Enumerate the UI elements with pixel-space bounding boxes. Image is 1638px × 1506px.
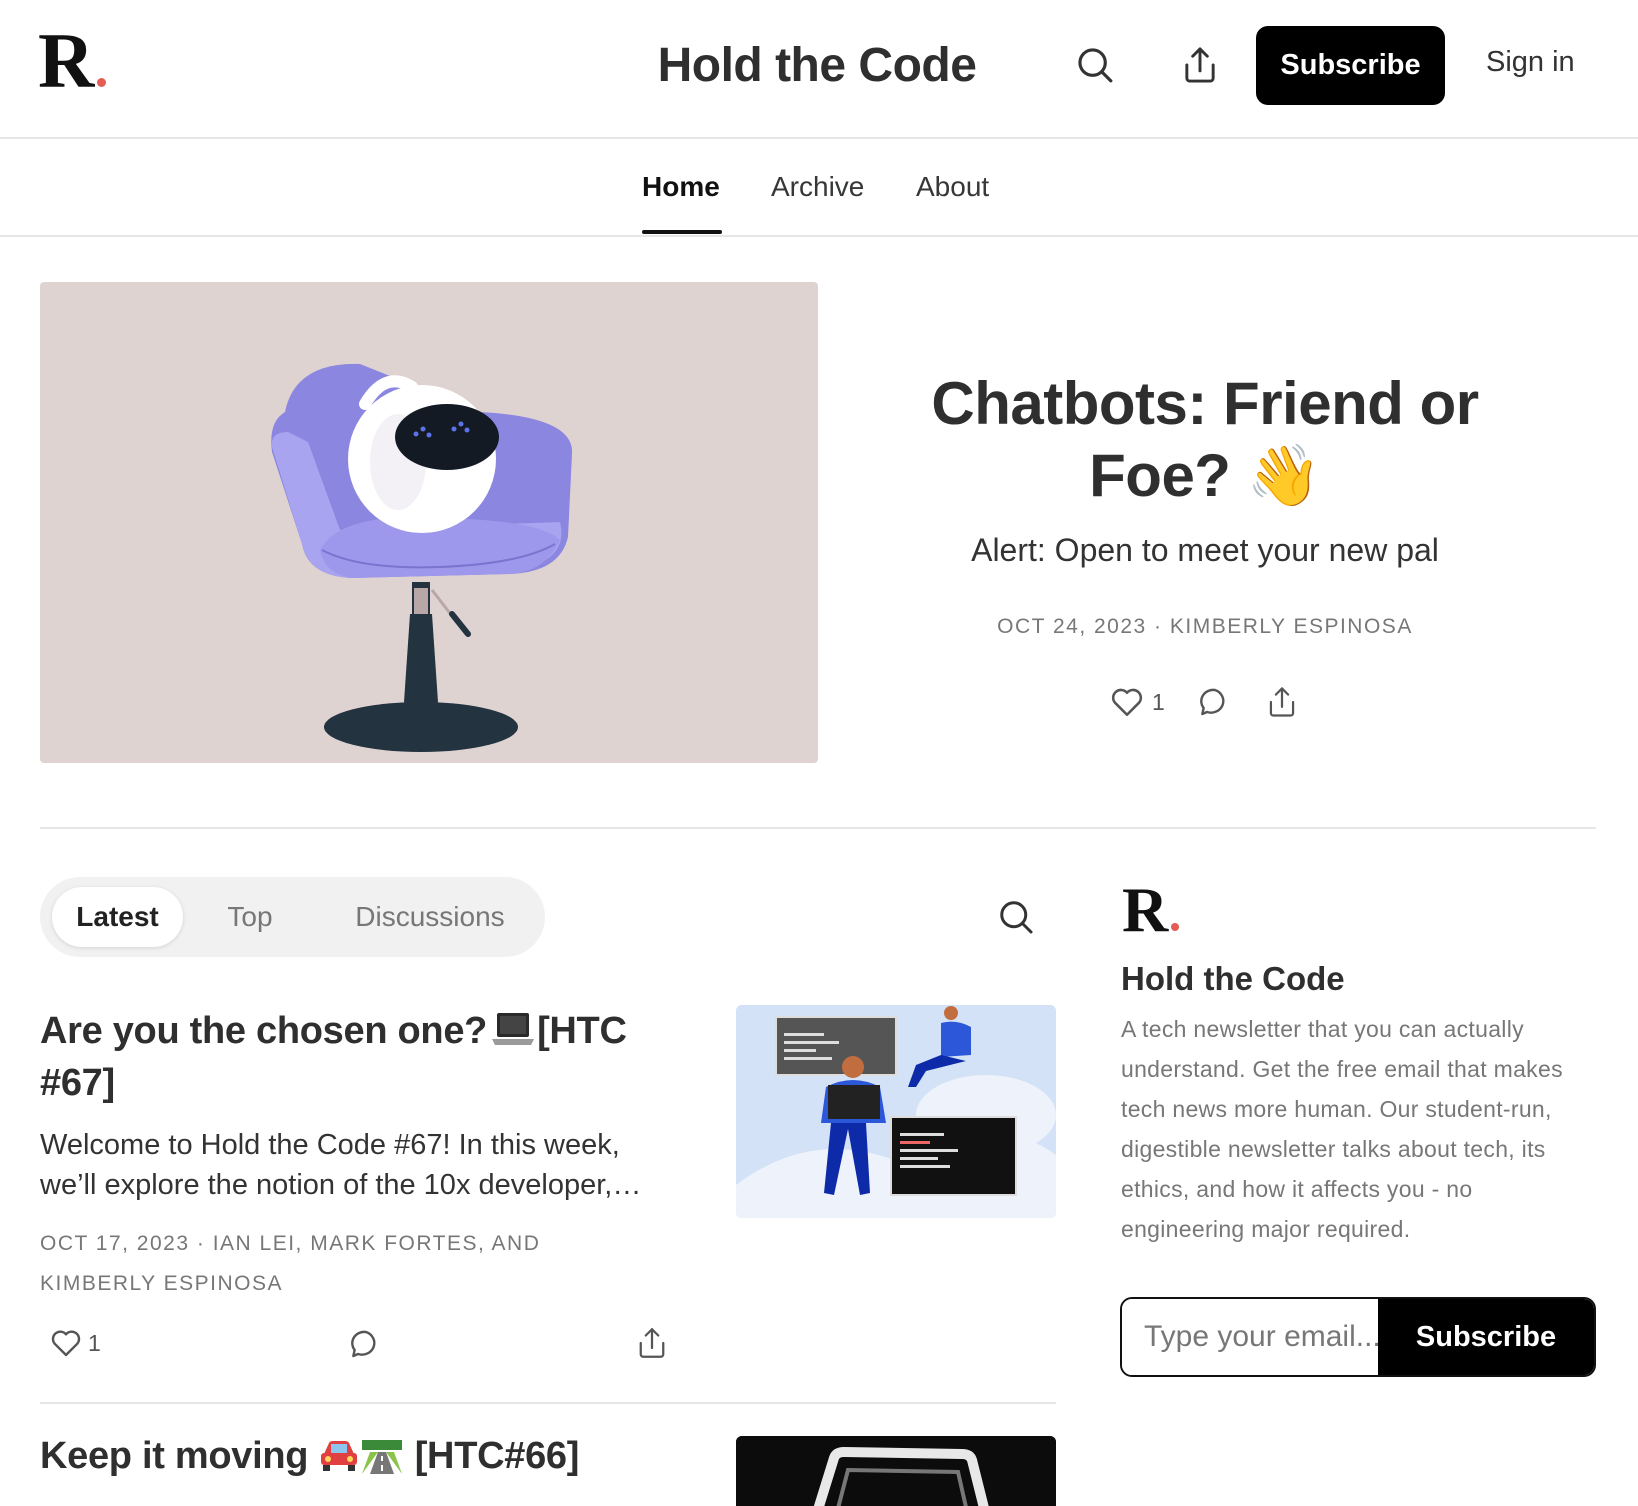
nav-archive[interactable]: Archive bbox=[771, 171, 864, 203]
sidebar-description: A tech newsletter that you can actually … bbox=[1121, 1016, 1563, 1242]
hero-title-line-1: Chatbots: Friend or bbox=[931, 370, 1479, 437]
search-icon bbox=[1078, 48, 1113, 83]
developers-illustration bbox=[736, 1005, 1056, 1218]
header-subscribe-button[interactable]: Subscribe bbox=[1256, 26, 1445, 105]
post-title-text: Keep it moving bbox=[40, 1435, 309, 1477]
hero-post-meta: OCT 24, 2023 · KIMBERLY ESPINOSA bbox=[997, 615, 1413, 638]
heart-icon bbox=[1111, 688, 1143, 717]
post-title-text: Are you the chosen one? bbox=[40, 1010, 488, 1052]
sidebar-title: Hold the Code bbox=[1121, 960, 1345, 997]
tab-discussions[interactable]: Discussions bbox=[340, 887, 520, 947]
post-like-button[interactable]: 1 bbox=[50, 1328, 101, 1358]
hero-post-actions: 1 bbox=[1110, 682, 1297, 722]
heart-icon bbox=[51, 1330, 81, 1357]
logo-dot bbox=[1171, 923, 1180, 931]
comment-icon bbox=[351, 1330, 376, 1358]
comment-icon bbox=[1199, 688, 1225, 716]
nav-home[interactable]: Home bbox=[642, 171, 720, 203]
hero-post-title[interactable]: Chatbots: Friend or Foe? 👋 bbox=[900, 368, 1510, 512]
sidebar-subscribe-button[interactable]: Subscribe bbox=[1378, 1299, 1594, 1375]
site-title-text: Hold the Code bbox=[657, 39, 977, 92]
email-input[interactable] bbox=[1122, 1299, 1378, 1375]
header-share-button[interactable] bbox=[1175, 40, 1225, 90]
post-thumbnail[interactable] bbox=[736, 1436, 1056, 1506]
site-header: R Hold the Code Subscribe Sign in bbox=[0, 0, 1638, 139]
post-thumbnail[interactable] bbox=[736, 1005, 1056, 1218]
hero-like-count: 1 bbox=[1152, 688, 1165, 715]
laptop-icon bbox=[492, 1013, 535, 1045]
post-title-tag: [HTC#66] bbox=[414, 1435, 580, 1477]
post-excerpt[interactable]: Welcome to Hold the Code #67! In this we… bbox=[40, 1125, 670, 1205]
post-list-search-button[interactable] bbox=[992, 893, 1040, 941]
post-divider bbox=[40, 1402, 1056, 1404]
section-divider bbox=[40, 827, 1596, 829]
hero-post-subtitle[interactable]: Alert: Open to meet your new pal bbox=[900, 532, 1510, 569]
header-search-button[interactable] bbox=[1070, 40, 1120, 90]
nav-about[interactable]: About bbox=[916, 171, 989, 203]
post-list-tabs: Latest Top Discussions bbox=[40, 877, 545, 957]
logo-letter: R bbox=[1122, 874, 1169, 945]
car-icon bbox=[321, 1441, 358, 1471]
sidebar-subscribe-form: Subscribe bbox=[1120, 1297, 1596, 1377]
post-like-count: 1 bbox=[88, 1329, 101, 1356]
hero-share-button[interactable] bbox=[1267, 686, 1297, 718]
post-title[interactable]: Are you the chosen one? [HTC #67] bbox=[40, 1005, 690, 1109]
search-icon bbox=[1000, 901, 1033, 934]
tab-latest[interactable]: Latest bbox=[52, 887, 183, 947]
post-share-button[interactable] bbox=[637, 1326, 667, 1365]
share-icon bbox=[1185, 47, 1215, 83]
hero-image[interactable] bbox=[40, 282, 818, 763]
sign-in-link[interactable]: Sign in bbox=[1486, 46, 1575, 79]
road-icon bbox=[362, 1440, 403, 1474]
tab-top[interactable]: Top bbox=[210, 887, 290, 947]
hero-comment-button[interactable] bbox=[1199, 686, 1231, 718]
post-meta: OCT 17, 2023 · IAN LEI, MARK FORTES, AND… bbox=[40, 1232, 541, 1295]
share-icon bbox=[1269, 687, 1294, 717]
post-title[interactable]: Keep it moving [HTC#66] bbox=[40, 1435, 579, 1478]
tunnel-illustration bbox=[736, 1436, 1056, 1506]
hero-like-button[interactable]: 1 bbox=[1110, 686, 1165, 718]
hero-title-line-2: Foe? 👋 bbox=[1089, 442, 1321, 509]
share-icon bbox=[639, 1328, 665, 1358]
sidebar-logo[interactable]: R bbox=[1122, 878, 1180, 942]
main-nav: Home Archive About bbox=[0, 139, 1638, 237]
robot-chair-illustration bbox=[271, 363, 573, 752]
nav-active-indicator bbox=[642, 230, 722, 234]
post-comment-button[interactable] bbox=[350, 1328, 382, 1365]
